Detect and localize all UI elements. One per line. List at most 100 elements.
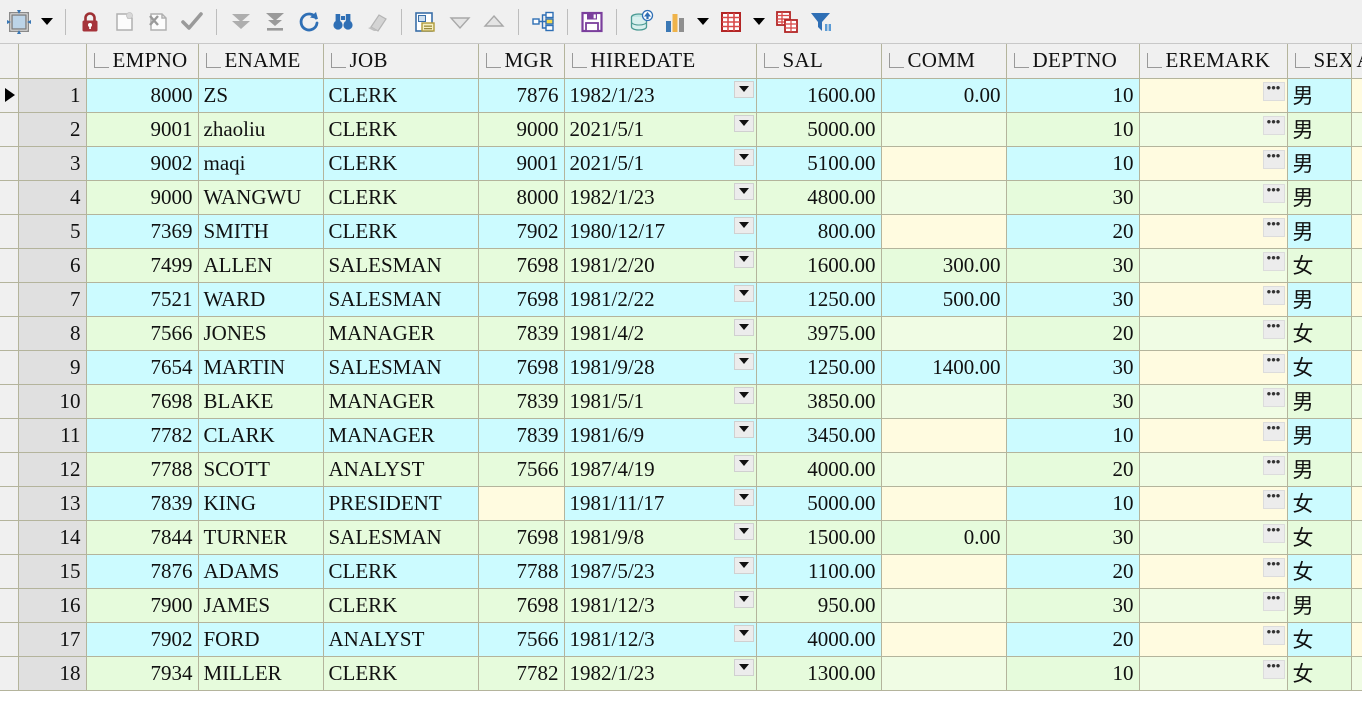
cell-hiredate[interactable]: 1981/9/8 — [564, 520, 757, 555]
cell-job[interactable]: CLERK — [323, 146, 479, 181]
cell-sex[interactable]: 女 — [1287, 486, 1352, 521]
cell-deptno[interactable]: 10 — [1006, 112, 1140, 147]
memo-editor-button[interactable]: ••• — [1262, 625, 1285, 645]
memo-editor-button[interactable]: ••• — [1262, 319, 1285, 339]
row-number[interactable]: 4 — [18, 180, 87, 215]
cell-sal[interactable]: 800.00 — [756, 214, 882, 249]
cell-eremark[interactable]: ••• — [1139, 622, 1288, 657]
cell-sal[interactable]: 4000.00 — [756, 452, 882, 487]
cell-ename[interactable]: ADAMS — [198, 554, 324, 589]
row-number[interactable]: 15 — [18, 554, 87, 589]
row-indicator[interactable] — [0, 486, 19, 521]
memo-editor-button[interactable]: ••• — [1262, 557, 1285, 577]
cell-hiredate[interactable]: 1981/6/9 — [564, 418, 757, 453]
cell-empno[interactable]: 9001 — [86, 112, 199, 147]
row-indicator[interactable] — [0, 520, 19, 555]
date-picker-button[interactable] — [733, 250, 754, 268]
data-grid[interactable]: EMPNO ENAME JOB MGR HIREDATE SAL COMM DE… — [0, 44, 1362, 706]
cell-hiredate[interactable]: 1981/5/1 — [564, 384, 757, 419]
cell-eremark[interactable]: ••• — [1139, 282, 1288, 317]
cell-job[interactable]: CLERK — [323, 656, 479, 691]
cell-comm[interactable]: 300.00 — [881, 248, 1007, 283]
cell-mgr[interactable]: 7876 — [478, 78, 565, 113]
cell-sal[interactable]: 4000.00 — [756, 622, 882, 657]
memo-editor-button[interactable]: ••• — [1262, 353, 1285, 373]
date-picker-button[interactable] — [733, 624, 754, 642]
database-upload-icon[interactable] — [624, 5, 658, 39]
cell-hiredate[interactable]: 1980/12/17 — [564, 214, 757, 249]
row-indicator[interactable] — [0, 180, 19, 215]
filter-icon[interactable] — [804, 5, 838, 39]
cell-mgr[interactable]: 7839 — [478, 418, 565, 453]
column-header-eremark[interactable]: EREMARK — [1139, 44, 1288, 79]
lock-icon[interactable] — [73, 5, 107, 39]
table-row[interactable]: 5 7369 SMITH CLERK 7902 1980/12/17 800.00 20 •••… — [0, 214, 1362, 249]
save-icon[interactable] — [575, 5, 609, 39]
cell-mgr[interactable]: 7782 — [478, 656, 565, 691]
column-sort-marker[interactable] — [1146, 53, 1162, 69]
table-row[interactable]: 3 9002 maqi CLERK 9001 2021/5/1 5100.00 10 ••• 男 — [0, 146, 1362, 181]
cell-last[interactable] — [1351, 78, 1362, 113]
row-indicator[interactable] — [0, 656, 19, 691]
expand-icon[interactable] — [477, 5, 511, 39]
cell-deptno[interactable]: 10 — [1006, 486, 1140, 521]
row-indicator[interactable] — [0, 384, 19, 419]
cell-job[interactable]: PRESIDENT — [323, 486, 479, 521]
cell-sal[interactable]: 1300.00 — [756, 656, 882, 691]
tree-view-icon[interactable] — [526, 5, 560, 39]
row-number[interactable]: 12 — [18, 452, 87, 487]
chart-icon[interactable] — [658, 5, 692, 39]
cell-deptno[interactable]: 30 — [1006, 384, 1140, 419]
column-sort-marker[interactable] — [763, 53, 779, 69]
cell-sex[interactable]: 女 — [1287, 554, 1352, 589]
cell-deptno[interactable]: 10 — [1006, 656, 1140, 691]
memo-editor-button[interactable]: ••• — [1262, 115, 1285, 135]
cell-last[interactable] — [1351, 180, 1362, 215]
cell-ename[interactable]: ZS — [198, 78, 324, 113]
memo-editor-button[interactable]: ••• — [1262, 421, 1285, 441]
cell-sex[interactable]: 女 — [1287, 622, 1352, 657]
cell-sex[interactable]: 男 — [1287, 452, 1352, 487]
memo-editor-button[interactable]: ••• — [1262, 387, 1285, 407]
column-sort-marker[interactable] — [485, 53, 501, 69]
cell-ename[interactable]: CLARK — [198, 418, 324, 453]
cell-last[interactable] — [1351, 622, 1362, 657]
cell-comm[interactable] — [881, 554, 1007, 589]
delete-record-icon[interactable] — [141, 5, 175, 39]
cell-hiredate[interactable]: 1981/12/3 — [564, 588, 757, 623]
date-picker-button[interactable] — [733, 352, 754, 370]
cell-deptno[interactable]: 20 — [1006, 622, 1140, 657]
row-indicator[interactable] — [0, 78, 19, 113]
cell-last[interactable] — [1351, 554, 1362, 589]
cell-ename[interactable]: SMITH — [198, 214, 324, 249]
table-row[interactable]: 10 7698 BLAKE MANAGER 7839 1981/5/1 3850.00 30 •… — [0, 384, 1362, 419]
cell-ename[interactable]: KING — [198, 486, 324, 521]
table-row[interactable]: 1 8000 ZS CLERK 7876 1982/1/23 1600.00 0.00 10 ••… — [0, 78, 1362, 113]
cell-empno[interactable]: 7782 — [86, 418, 199, 453]
cell-job[interactable]: SALESMAN — [323, 248, 479, 283]
cell-deptno[interactable]: 30 — [1006, 180, 1140, 215]
table-row[interactable]: 13 7839 KING PRESIDENT 1981/11/17 5000.00 10 ••… — [0, 486, 1362, 521]
move-down-icon[interactable] — [224, 5, 258, 39]
memo-editor-button[interactable]: ••• — [1262, 285, 1285, 305]
row-number[interactable]: 13 — [18, 486, 87, 521]
cell-sal[interactable]: 1600.00 — [756, 248, 882, 283]
move-last-icon[interactable] — [258, 5, 292, 39]
new-record-icon[interactable] — [107, 5, 141, 39]
row-number[interactable]: 2 — [18, 112, 87, 147]
cell-ename[interactable]: SCOTT — [198, 452, 324, 487]
cell-eremark[interactable]: ••• — [1139, 418, 1288, 453]
column-sort-marker[interactable] — [888, 53, 904, 69]
grid-icon[interactable] — [714, 5, 748, 39]
cell-empno[interactable]: 9000 — [86, 180, 199, 215]
cell-eremark[interactable]: ••• — [1139, 146, 1288, 181]
cell-deptno[interactable]: 30 — [1006, 520, 1140, 555]
date-picker-button[interactable] — [733, 80, 754, 98]
date-picker-button[interactable] — [733, 454, 754, 472]
cell-mgr[interactable]: 9001 — [478, 146, 565, 181]
cell-job[interactable]: MANAGER — [323, 418, 479, 453]
cell-empno[interactable]: 7839 — [86, 486, 199, 521]
column-sort-marker[interactable] — [205, 53, 221, 69]
cell-mgr[interactable] — [478, 486, 565, 521]
cell-comm[interactable] — [881, 180, 1007, 215]
